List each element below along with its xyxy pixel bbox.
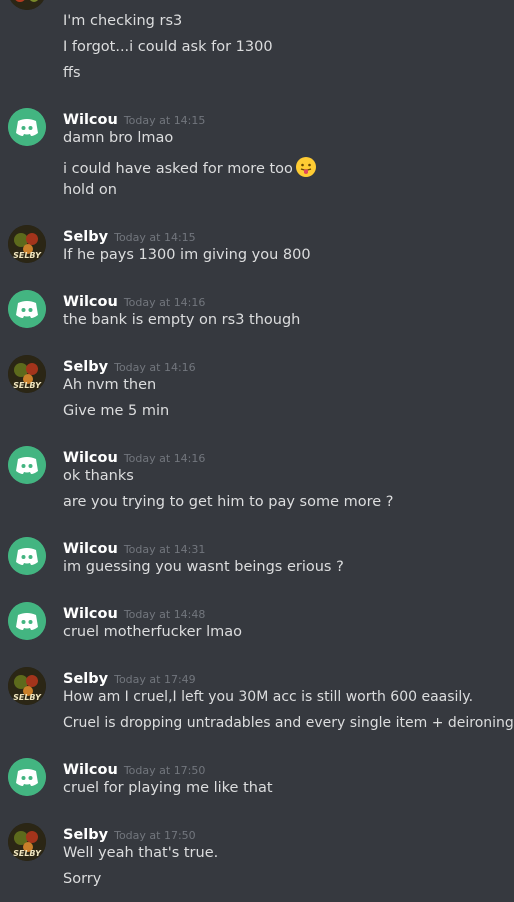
message-header: Selby Today at 17:50 — [63, 824, 196, 843]
timestamp: Today at 14:31 — [123, 543, 206, 556]
discord-logo-icon[interactable] — [8, 290, 46, 328]
message-line: ok thanks — [63, 468, 134, 484]
svg-text:SELBY: SELBY — [13, 381, 42, 390]
username[interactable]: Wilcou — [63, 606, 118, 622]
svg-text:SELBY: SELBY — [13, 251, 42, 260]
chat-messages: I'm checking rs3 I forgot...i could ask … — [0, 0, 514, 902]
message-line: I'm checking rs3 — [63, 13, 183, 29]
username[interactable]: Wilcou — [63, 541, 118, 557]
message-header: Wilcou Today at 14:48 — [63, 603, 205, 622]
message-line: Sorry — [63, 871, 102, 887]
message-header: Wilcou Today at 17:50 — [63, 759, 205, 778]
message-line: cruel for playing me like that — [63, 780, 273, 796]
discord-logo-icon[interactable] — [8, 446, 46, 484]
username[interactable]: Selby — [63, 229, 108, 245]
timestamp: Today at 14:15 — [123, 114, 206, 127]
message-header: Wilcou Today at 14:16 — [63, 447, 205, 466]
message-header: Wilcou Today at 14:31 — [63, 538, 205, 557]
message-line: damn bro lmao — [63, 130, 174, 146]
message-header: Selby Today at 14:16 — [63, 356, 196, 375]
timestamp: Today at 14:16 — [114, 361, 196, 374]
message-line: Well yeah that's true. — [63, 845, 219, 861]
message-line: im guessing you wasnt beings erious ? — [63, 559, 344, 575]
discord-logo-icon[interactable] — [8, 108, 46, 146]
discord-logo-icon[interactable] — [8, 758, 46, 796]
discord-logo-icon[interactable] — [8, 602, 46, 640]
username[interactable]: Wilcou — [63, 762, 118, 778]
svg-text:SELBY: SELBY — [13, 849, 42, 858]
timestamp: Today at 14:16 — [123, 296, 206, 309]
timestamp: Today at 17:50 — [123, 764, 206, 777]
selby-avatar[interactable]: SELBY — [8, 667, 46, 705]
username[interactable]: Wilcou — [63, 112, 118, 128]
message-line: Cruel is dropping untradables and every … — [63, 715, 514, 731]
message-header: Wilcou Today at 14:15 — [63, 109, 205, 128]
message-line: are you trying to get him to pay some mo… — [63, 494, 394, 510]
message-header: Wilcou Today at 14:16 — [63, 291, 205, 310]
message-line: If he pays 1300 im giving you 800 — [63, 247, 311, 263]
timestamp: Today at 17:50 — [114, 829, 196, 842]
timestamp: Today at 14:48 — [123, 608, 206, 621]
message-line: ffs — [63, 65, 81, 81]
message-line: Ah nvm then — [63, 377, 157, 393]
selby-avatar[interactable]: SELBY — [8, 355, 46, 393]
selby-avatar[interactable]: SELBY — [8, 823, 46, 861]
message-line: I forgot...i could ask for 1300 — [63, 39, 273, 55]
timestamp: Today at 14:15 — [114, 231, 196, 244]
timestamp: Today at 14:16 — [123, 452, 206, 465]
message-text: i could have asked for more too — [63, 161, 293, 177]
message-line: hold on — [63, 182, 117, 198]
tongue-out-emoji-icon — [295, 156, 317, 178]
timestamp: Today at 17:49 — [114, 673, 196, 686]
message-line: How am I cruel,I left you 30M acc is sti… — [63, 689, 474, 705]
username[interactable]: Selby — [63, 827, 108, 843]
username[interactable]: Selby — [63, 671, 108, 687]
selby-avatar[interactable]: SELBY — [8, 225, 46, 263]
message-line: cruel motherfucker lmao — [63, 624, 242, 640]
username[interactable]: Wilcou — [63, 294, 118, 310]
selby-avatar-partial[interactable] — [8, 0, 46, 10]
message-header: Selby Today at 17:49 — [63, 668, 196, 687]
discord-logo-icon[interactable] — [8, 537, 46, 575]
username[interactable]: Selby — [63, 359, 108, 375]
username[interactable]: Wilcou — [63, 450, 118, 466]
message-header: Selby Today at 14:15 — [63, 226, 196, 245]
message-line: the bank is empty on rs3 though — [63, 312, 301, 328]
message-line: i could have asked for more too — [63, 156, 317, 178]
svg-text:SELBY: SELBY — [13, 693, 42, 702]
message-line: Give me 5 min — [63, 403, 170, 419]
